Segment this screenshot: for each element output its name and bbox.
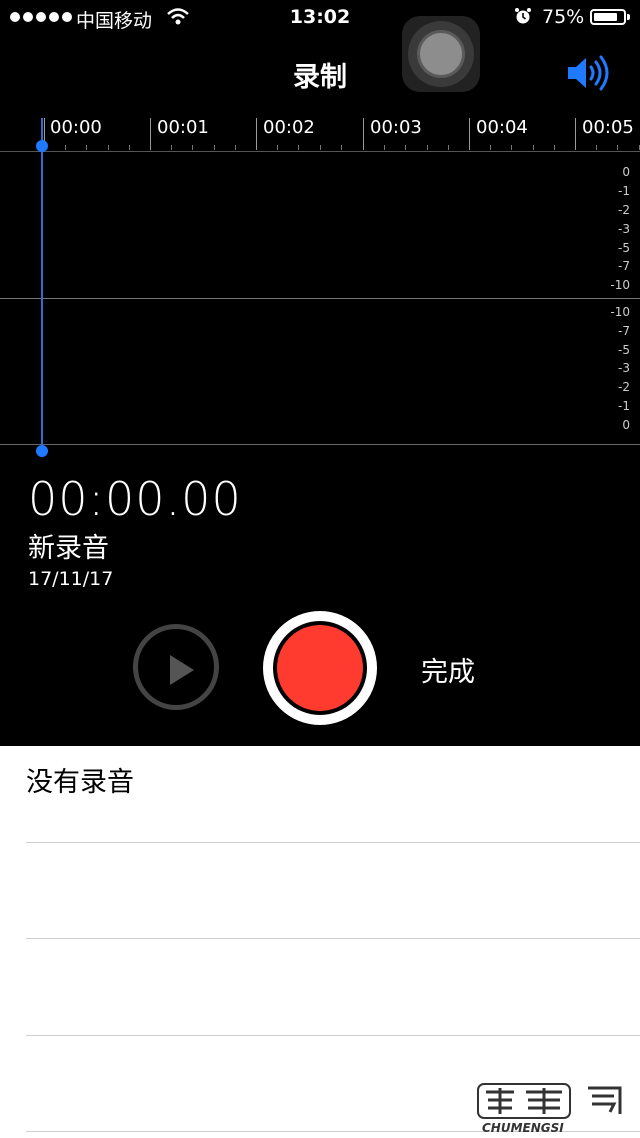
timeline-label: 00:03: [370, 117, 422, 138]
list-separator: [26, 938, 640, 939]
timeline-label: 00:02: [263, 117, 315, 138]
timeline-minor-tick: [298, 145, 300, 150]
timeline-minor-tick: [511, 145, 513, 150]
record-button[interactable]: [263, 611, 377, 725]
db-label: 0: [622, 165, 630, 179]
recording-date: 17/11/17: [28, 568, 114, 590]
timeline-label: 00:05: [582, 117, 634, 138]
elapsed-time: 00:00.00: [28, 472, 242, 526]
timeline-minor-tick: [65, 145, 67, 150]
db-label: -7: [618, 259, 630, 273]
timeline-minor-tick: [532, 145, 534, 150]
list-separator: [26, 1035, 640, 1036]
speaker-icon[interactable]: [566, 54, 614, 92]
battery-percent: 75%: [542, 6, 585, 28]
db-label: -1: [618, 399, 630, 413]
record-icon: [277, 625, 363, 711]
db-label: -3: [618, 361, 630, 375]
watermark-text: CHUMENGSI: [482, 1121, 564, 1135]
timeline-tick: [363, 118, 364, 150]
timeline-minor-tick: [384, 145, 386, 150]
play-icon: [170, 655, 194, 685]
playhead[interactable]: [41, 118, 43, 452]
playhead-bottom-handle[interactable]: [36, 445, 48, 457]
page-title: 录制: [293, 62, 347, 93]
timeline-minor-tick: [128, 145, 130, 150]
timeline-minor-tick: [107, 145, 109, 150]
timeline-minor-tick: [340, 145, 342, 150]
timeline-minor-tick: [596, 145, 598, 150]
timeline-label: 00:04: [476, 117, 528, 138]
timeline-minor-tick: [638, 145, 640, 150]
waveform-center-line: [0, 298, 640, 299]
timeline-minor-tick: [319, 145, 321, 150]
timeline-tick: [150, 118, 151, 150]
alarm-icon: [515, 8, 531, 24]
timeline-minor-tick: [234, 145, 236, 150]
recording-name[interactable]: 新录音: [28, 526, 109, 565]
done-button[interactable]: 完成: [421, 650, 475, 689]
timeline-label: 00:00: [50, 117, 102, 138]
timeline-tick: [575, 118, 576, 150]
db-label: -5: [618, 343, 630, 357]
timeline-minor-tick: [405, 145, 407, 150]
list-separator: [26, 842, 640, 843]
timeline-ruler[interactable]: 00:00 00:01 00:02 00:03 00:04 00:05: [0, 112, 640, 154]
timeline-minor-tick: [447, 145, 449, 150]
play-button[interactable]: [133, 624, 219, 710]
db-label: -7: [618, 324, 630, 338]
battery-icon: [590, 9, 630, 25]
timeline-minor-tick: [426, 145, 428, 150]
db-label: -10: [610, 278, 630, 292]
empty-list-label: 没有录音: [26, 767, 134, 798]
timeline-tick: [256, 118, 257, 150]
db-label: -2: [618, 380, 630, 394]
timeline-minor-tick: [192, 145, 194, 150]
timeline-tick: [469, 118, 470, 150]
timeline-minor-tick: [490, 145, 492, 150]
timeline-minor-tick: [213, 145, 215, 150]
timeline-minor-tick: [171, 145, 173, 150]
playhead-top-handle[interactable]: [36, 140, 48, 152]
timeline-minor-tick: [277, 145, 279, 150]
waveform-bottom-border: [0, 444, 640, 445]
timeline-minor-tick: [86, 145, 88, 150]
status-bar: 中国移动 13:02 75%: [0, 0, 640, 36]
watermark-logo: CHUMENGSI: [477, 1083, 622, 1135]
timeline-minor-tick: [617, 145, 619, 150]
db-label: -3: [618, 222, 630, 236]
db-label: 0: [622, 418, 630, 432]
db-label: -10: [610, 305, 630, 319]
waveform-top-border: [0, 151, 640, 152]
timeline-label: 00:01: [157, 117, 209, 138]
db-label: -2: [618, 203, 630, 217]
db-label: -5: [618, 241, 630, 255]
timeline-minor-tick: [553, 145, 555, 150]
db-label: -1: [618, 184, 630, 198]
